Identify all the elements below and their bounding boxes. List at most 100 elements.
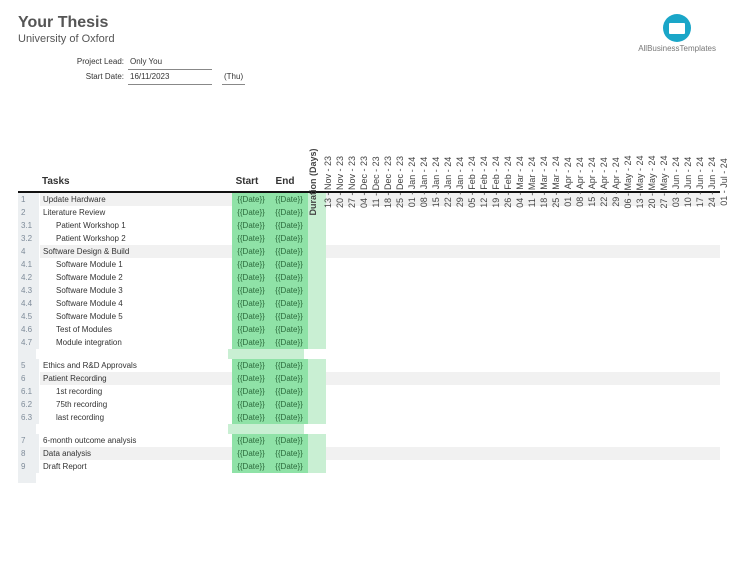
task-name[interactable]: Update Hardware bbox=[40, 193, 232, 206]
start-date-value[interactable]: 16/11/2023 bbox=[128, 72, 212, 85]
duration-cell bbox=[308, 271, 326, 284]
tasks-header: Tasks bbox=[18, 176, 228, 191]
gantt-row bbox=[326, 219, 734, 232]
end-date-cell[interactable]: {{Date}} bbox=[270, 219, 308, 232]
task-row: 6Patient Recording{{Date}}{{Date}} bbox=[18, 372, 720, 385]
task-name[interactable]: Data analysis bbox=[40, 447, 232, 460]
task-name[interactable]: Software Module 4 bbox=[40, 297, 232, 310]
end-date-cell[interactable]: {{Date}} bbox=[270, 193, 308, 206]
start-date-cell[interactable]: {{Date}} bbox=[232, 398, 270, 411]
task-name[interactable]: 75th recording bbox=[40, 398, 232, 411]
gantt-row bbox=[326, 411, 734, 424]
task-row: 8Data analysis{{Date}}{{Date}} bbox=[18, 447, 720, 460]
end-date-cell[interactable]: {{Date}} bbox=[270, 447, 308, 460]
gantt-row bbox=[326, 385, 734, 398]
end-date-cell[interactable]: {{Date}} bbox=[270, 232, 308, 245]
start-date-cell[interactable]: {{Date}} bbox=[232, 258, 270, 271]
start-date-cell[interactable]: {{Date}} bbox=[232, 411, 270, 424]
task-name[interactable]: Literature Review bbox=[40, 206, 232, 219]
end-date-cell[interactable]: {{Date}} bbox=[270, 284, 308, 297]
row-number: 5 bbox=[18, 359, 40, 372]
task-name[interactable]: Patient Recording bbox=[40, 372, 232, 385]
end-date-cell[interactable]: {{Date}} bbox=[270, 385, 308, 398]
start-date-cell[interactable]: {{Date}} bbox=[232, 310, 270, 323]
duration-cell bbox=[308, 336, 326, 349]
start-date-cell[interactable]: {{Date}} bbox=[232, 206, 270, 219]
page-subtitle: University of Oxford bbox=[18, 33, 720, 45]
end-date-cell[interactable]: {{Date}} bbox=[270, 245, 308, 258]
end-date-cell[interactable]: {{Date}} bbox=[270, 271, 308, 284]
task-row: 3.2Patient Workshop 2{{Date}}{{Date}} bbox=[18, 232, 720, 245]
column-headers: Tasks Start End Duration (Days) 13 - Nov… bbox=[18, 93, 720, 193]
task-name[interactable]: Draft Report bbox=[40, 460, 232, 473]
gantt-row bbox=[326, 434, 734, 447]
group-gap bbox=[18, 473, 720, 483]
start-date-cell[interactable]: {{Date}} bbox=[232, 359, 270, 372]
end-date-cell[interactable]: {{Date}} bbox=[270, 398, 308, 411]
end-date-cell[interactable]: {{Date}} bbox=[270, 434, 308, 447]
start-date-cell[interactable]: {{Date}} bbox=[232, 271, 270, 284]
start-date-cell[interactable]: {{Date}} bbox=[232, 323, 270, 336]
duration-cell bbox=[308, 372, 326, 385]
start-date-cell[interactable]: {{Date}} bbox=[232, 219, 270, 232]
start-date-cell[interactable]: {{Date}} bbox=[232, 284, 270, 297]
start-date-cell[interactable]: {{Date}} bbox=[232, 232, 270, 245]
start-date-cell[interactable]: {{Date}} bbox=[232, 297, 270, 310]
end-date-cell[interactable]: {{Date}} bbox=[270, 336, 308, 349]
row-number: 7 bbox=[18, 434, 40, 447]
gantt-row bbox=[326, 245, 734, 258]
task-name[interactable]: 6-month outcome analysis bbox=[40, 434, 232, 447]
start-date-cell[interactable]: {{Date}} bbox=[232, 372, 270, 385]
duration-cell bbox=[308, 219, 326, 232]
end-date-cell[interactable]: {{Date}} bbox=[270, 206, 308, 219]
gantt-row bbox=[326, 297, 734, 310]
end-date-cell[interactable]: {{Date}} bbox=[270, 359, 308, 372]
start-date-cell[interactable]: {{Date}} bbox=[232, 193, 270, 206]
task-name[interactable]: Software Design & Build bbox=[40, 245, 232, 258]
task-name[interactable]: Module integration bbox=[40, 336, 232, 349]
row-number: 4.6 bbox=[18, 323, 40, 336]
task-name[interactable]: Software Module 1 bbox=[40, 258, 232, 271]
row-number: 3.1 bbox=[18, 219, 40, 232]
start-date-cell[interactable]: {{Date}} bbox=[232, 434, 270, 447]
start-date-cell[interactable]: {{Date}} bbox=[232, 385, 270, 398]
gantt-row bbox=[326, 271, 734, 284]
end-date-cell[interactable]: {{Date}} bbox=[270, 297, 308, 310]
end-date-cell[interactable]: {{Date}} bbox=[270, 372, 308, 385]
task-table: 1Update Hardware{{Date}}{{Date}}2Literat… bbox=[18, 193, 720, 483]
gantt-row bbox=[326, 258, 734, 271]
task-name[interactable]: Patient Workshop 1 bbox=[40, 219, 232, 232]
duration-cell bbox=[308, 323, 326, 336]
end-date-cell[interactable]: {{Date}} bbox=[270, 258, 308, 271]
start-date-cell[interactable]: {{Date}} bbox=[232, 460, 270, 473]
task-name[interactable]: 1st recording bbox=[40, 385, 232, 398]
end-date-cell[interactable]: {{Date}} bbox=[270, 411, 308, 424]
start-date-cell[interactable]: {{Date}} bbox=[232, 245, 270, 258]
task-name[interactable]: Software Module 2 bbox=[40, 271, 232, 284]
start-date-cell[interactable]: {{Date}} bbox=[232, 336, 270, 349]
task-name[interactable]: Ethics and R&D Approvals bbox=[40, 359, 232, 372]
task-row: 3.1Patient Workshop 1{{Date}}{{Date}} bbox=[18, 219, 720, 232]
project-lead-value[interactable]: Only You bbox=[128, 57, 212, 70]
logo-label: AllBusinessTemplates bbox=[638, 44, 716, 53]
row-number: 6.3 bbox=[18, 411, 40, 424]
gantt-row bbox=[326, 447, 734, 460]
end-date-cell[interactable]: {{Date}} bbox=[270, 310, 308, 323]
task-row: 4Software Design & Build{{Date}}{{Date}} bbox=[18, 245, 720, 258]
row-number: 4.2 bbox=[18, 271, 40, 284]
task-name[interactable]: last recording bbox=[40, 411, 232, 424]
project-lead-label: Project Lead: bbox=[18, 57, 128, 70]
task-name[interactable]: Software Module 3 bbox=[40, 284, 232, 297]
task-name[interactable]: Software Module 5 bbox=[40, 310, 232, 323]
gantt-row bbox=[326, 284, 734, 297]
row-number: 8 bbox=[18, 447, 40, 460]
task-name[interactable]: Test of Modules bbox=[40, 323, 232, 336]
end-date-cell[interactable]: {{Date}} bbox=[270, 323, 308, 336]
task-row: 5Ethics and R&D Approvals{{Date}}{{Date}… bbox=[18, 359, 720, 372]
end-date-cell[interactable]: {{Date}} bbox=[270, 460, 308, 473]
task-name[interactable]: Patient Workshop 2 bbox=[40, 232, 232, 245]
start-date-cell[interactable]: {{Date}} bbox=[232, 447, 270, 460]
gantt-row bbox=[326, 359, 734, 372]
start-day: (Thu) bbox=[222, 72, 245, 85]
row-number: 6.1 bbox=[18, 385, 40, 398]
